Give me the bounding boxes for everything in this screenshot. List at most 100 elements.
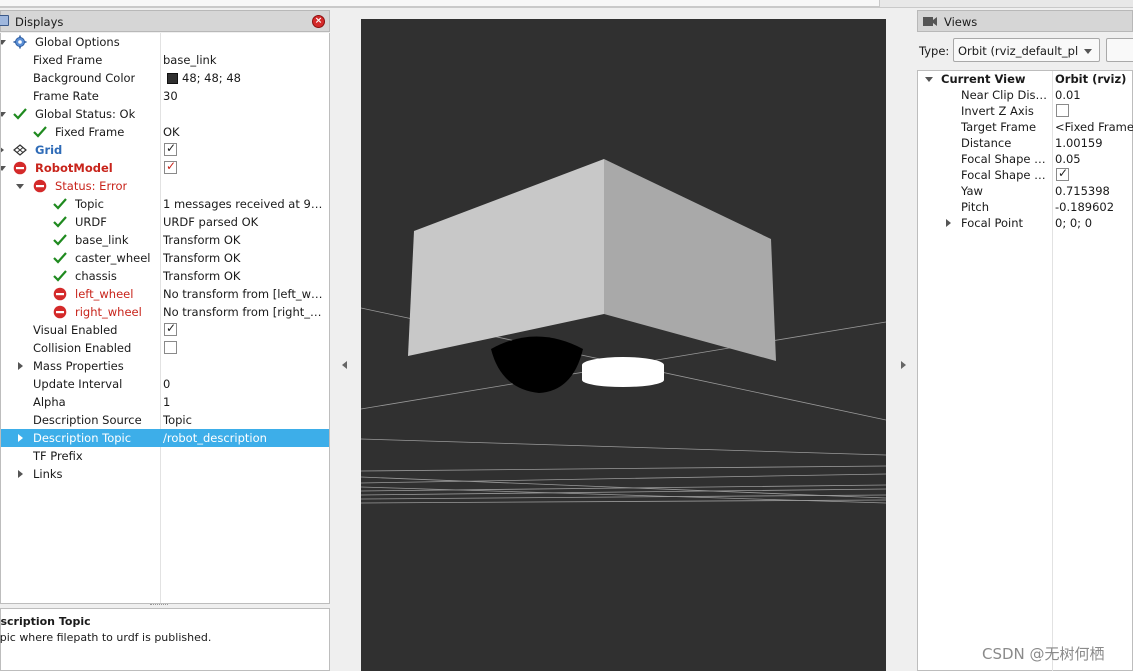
view-row-yaw[interactable]: Yaw 0.715398 [918, 183, 1132, 199]
views-tree[interactable]: Current View Orbit (rviz) Near Clip Dist… [917, 70, 1133, 671]
tree-value[interactable]: Topic [163, 413, 325, 427]
tree-value: Transform OK [163, 233, 241, 247]
view-value[interactable]: 0.05 [1055, 152, 1081, 166]
expand-arrow-icon[interactable] [18, 434, 23, 442]
expand-arrow-icon[interactable] [946, 219, 951, 227]
collapse-arrow-icon[interactable] [1, 112, 6, 117]
tree-value[interactable]: 0 [163, 377, 325, 391]
property-description-box: escription Topic opic where filepath to … [0, 608, 330, 671]
view-row-focal-point[interactable]: Focal Point 0; 0; 0 [918, 215, 1132, 231]
view-row-target-frame[interactable]: Target Frame <Fixed Frame> [918, 119, 1133, 135]
checkmark-icon [33, 126, 47, 138]
view-key: Focal Point [961, 216, 1024, 230]
monitor-icon [0, 15, 9, 26]
collapse-arrow-icon[interactable] [1, 40, 6, 45]
tree-row-urdf-status[interactable]: URDF URDF parsed OK [1, 213, 329, 231]
view-value[interactable]: 0.01 [1055, 88, 1081, 102]
chevron-down-icon [1084, 49, 1092, 54]
tree-row-global-status[interactable]: Global Status: Ok [1, 105, 329, 123]
tree-row-left-wheel-status[interactable]: left_wheel No transform from [left_whe… [1, 285, 329, 303]
3d-render-view[interactable] [360, 19, 887, 671]
tree-row-status-error[interactable]: Status: Error [1, 177, 329, 195]
view-type-select[interactable]: Orbit (rviz_default_plug [953, 38, 1100, 62]
expand-arrow-icon[interactable] [1, 146, 4, 154]
checkmark-icon [53, 234, 67, 246]
tree-value[interactable]: base_link [163, 53, 325, 67]
tree-row-global-options[interactable]: Global Options [1, 33, 329, 51]
view-row-focal-shape-fixed[interactable]: Focal Shape F… ✓ [918, 166, 1132, 183]
collapse-arrow-icon[interactable] [925, 77, 933, 82]
view-key: Yaw [961, 184, 983, 198]
tree-row-collision-enabled[interactable]: Collision Enabled [1, 339, 329, 357]
tree-key: Alpha [33, 395, 66, 409]
view-value[interactable]: 1.00159 [1055, 136, 1103, 150]
left-panel-collapse-handle[interactable] [334, 10, 354, 671]
focal-shape-fixed-checkbox[interactable]: ✓ [1056, 166, 1069, 181]
tree-value[interactable]: 30 [163, 89, 325, 103]
close-icon[interactable]: × [312, 15, 325, 28]
view-type-value: Orbit (rviz_default_plug [958, 44, 1078, 58]
view-row-invert-z[interactable]: Invert Z Axis [918, 103, 1132, 119]
tree-row-topic-status[interactable]: Topic 1 messages received at 96.… [1, 195, 329, 213]
collapse-right-icon[interactable] [901, 361, 906, 369]
tree-row-chassis-status[interactable]: chassis Transform OK [1, 267, 329, 285]
invert-z-checkbox[interactable] [1056, 104, 1069, 117]
collapse-arrow-icon[interactable] [1, 166, 6, 171]
collision-enabled-checkbox[interactable] [164, 341, 177, 354]
robot-scene[interactable] [360, 19, 887, 671]
grid-enabled-checkbox[interactable]: ✓ [164, 141, 177, 156]
tree-row-grid[interactable]: Grid ✓ [1, 141, 329, 159]
tree-row-alpha[interactable]: Alpha 1 [1, 393, 329, 411]
expand-arrow-icon[interactable] [18, 362, 23, 370]
view-value[interactable]: -0.189602 [1055, 200, 1114, 214]
tree-row-base-link-status[interactable]: base_link Transform OK [1, 231, 329, 249]
color-swatch[interactable] [167, 73, 178, 84]
tree-key: left_wheel [75, 287, 134, 301]
view-row-current-view[interactable]: Current View Orbit (rviz) [918, 71, 1132, 87]
tree-row-update-interval[interactable]: Update Interval 0 [1, 375, 329, 393]
robotmodel-enabled-checkbox[interactable]: ✓ [164, 159, 177, 174]
right-panel-collapse-handle[interactable] [890, 10, 914, 671]
view-row-focal-shape-size[interactable]: Focal Shape S… 0.05 [918, 151, 1132, 167]
view-row-near-clip[interactable]: Near Clip Dist… 0.01 [918, 87, 1132, 103]
collapse-arrow-icon[interactable] [16, 184, 24, 189]
displays-tree[interactable]: Global Options Fixed Frame base_link Bac… [0, 33, 330, 604]
tree-value: OK [163, 125, 180, 139]
collapse-left-icon[interactable] [342, 361, 347, 369]
tree-row-robotmodel[interactable]: RobotModel ✓ [1, 159, 329, 177]
tree-row-tf-prefix[interactable]: TF Prefix [1, 447, 329, 465]
visual-enabled-checkbox[interactable]: ✓ [164, 321, 177, 336]
tree-row-visual-enabled[interactable]: Visual Enabled ✓ [1, 321, 329, 339]
tree-row-background-color[interactable]: Background Color 48; 48; 48 [1, 69, 329, 87]
splitter-grip[interactable] [150, 604, 168, 607]
tree-row-right-wheel-status[interactable]: right_wheel No transform from [right_wh… [1, 303, 329, 321]
tree-row-caster-wheel-status[interactable]: caster_wheel Transform OK [1, 249, 329, 267]
view-value[interactable]: 0.715398 [1055, 184, 1110, 198]
view-value[interactable]: <Fixed Frame> [1055, 120, 1133, 134]
view-key: Focal Shape S… [961, 152, 1051, 166]
tree-key: RobotModel [35, 161, 113, 175]
expand-arrow-icon[interactable] [18, 470, 23, 478]
tree-value[interactable]: 1 [163, 395, 325, 409]
description-text: opic where filepath to urdf is published… [0, 631, 212, 644]
tree-value: No transform from [right_wh… [163, 305, 325, 319]
tree-row-links[interactable]: Links [1, 465, 329, 483]
tree-row-description-source[interactable]: Description Source Topic [1, 411, 329, 429]
view-value[interactable]: 0; 0; 0 [1055, 216, 1092, 230]
tree-row-mass-properties[interactable]: Mass Properties [1, 357, 329, 375]
zero-view-button[interactable] [1106, 38, 1133, 62]
tree-row-description-topic[interactable]: Description Topic /robot_description [1, 429, 329, 447]
top-toolbar-strip [0, 0, 1133, 8]
tree-value[interactable]: 48; 48; 48 [182, 71, 329, 85]
tree-key: base_link [75, 233, 129, 247]
tree-key: Mass Properties [33, 359, 124, 373]
tree-row-fixed-frame-status[interactable]: Fixed Frame OK [1, 123, 329, 141]
tree-value[interactable]: /robot_description [163, 431, 325, 445]
tree-row-fixed-frame[interactable]: Fixed Frame base_link [1, 51, 329, 69]
view-key: Distance [961, 136, 1012, 150]
tree-row-frame-rate[interactable]: Frame Rate 30 [1, 87, 329, 105]
view-row-distance[interactable]: Distance 1.00159 [918, 135, 1132, 151]
tree-key: Description Topic [33, 431, 132, 445]
tree-key: Global Options [35, 35, 120, 49]
view-row-pitch[interactable]: Pitch -0.189602 [918, 199, 1132, 215]
